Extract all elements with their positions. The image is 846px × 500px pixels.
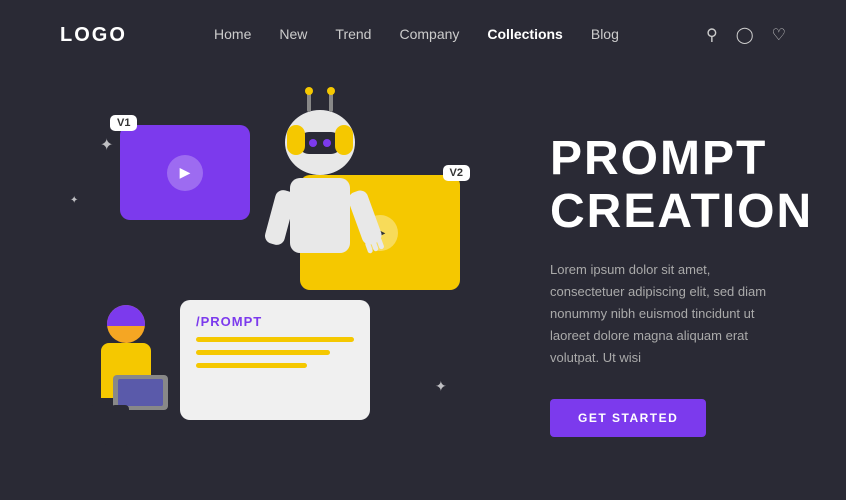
person-hair [107,305,145,326]
robot-eye-left [309,139,317,147]
play-button-v1[interactable]: ▶ [167,155,203,191]
person-head [107,305,145,343]
robot-body [290,178,350,253]
robot-eye-right [323,139,331,147]
nav-new[interactable]: New [279,26,307,42]
leg-right [111,405,129,445]
nav-icon-group: ⚲ ◯ ♡ [706,25,786,45]
antenna-left [307,92,311,112]
hero-section: ✦ ✦ ✦ V1 ▶ V2 ▶ /PROMPT [0,70,846,500]
laptop-screen [118,379,163,406]
illustration: ✦ ✦ ✦ V1 ▶ V2 ▶ /PROMPT [60,95,520,475]
navbar: LOGO Home New Trend Company Collections … [0,0,846,70]
person-legs [90,405,129,445]
headphone-right [335,125,353,155]
nav-company[interactable]: Company [399,26,459,42]
nav-home[interactable]: Home [214,26,251,42]
nav-collections[interactable]: Collections [487,26,562,42]
leg-left [90,405,108,445]
headphone-left [287,125,305,155]
logo: LOGO [60,24,127,47]
hero-content: PROMPT CREATION Lorem ipsum dolor sit am… [520,133,813,437]
nav-trend[interactable]: Trend [335,26,371,42]
prompt-line-2 [196,350,330,355]
cta-button[interactable]: GET STARTED [550,399,706,437]
user-icon[interactable]: ◯ [736,25,754,45]
card-v2-badge: V2 [443,165,470,181]
hero-description: Lorem ipsum dolor sit amet, consectetuer… [550,259,770,369]
prompt-line-3 [196,363,307,368]
card-v1: V1 ▶ [120,125,250,220]
sparkle-icon-1: ✦ [100,135,113,155]
robot-illustration [255,110,385,310]
prompt-line-1 [196,337,354,342]
robot-arm-right [346,188,384,247]
sparkle-icon-3: ✦ [435,378,447,395]
search-icon[interactable]: ⚲ [706,25,718,45]
heart-icon[interactable]: ♡ [772,25,786,45]
person-illustration [85,305,185,445]
nav-links: Home New Trend Company Collections Blog [214,26,619,44]
sparkle-icon-2: ✦ [70,195,78,206]
robot-head [285,110,355,175]
card-v1-badge: V1 [110,115,137,131]
prompt-card: /PROMPT [180,300,370,420]
prompt-label: /PROMPT [196,314,354,329]
nav-blog[interactable]: Blog [591,26,619,42]
hero-title: PROMPT CREATION [550,133,813,239]
antenna-right [329,92,333,112]
